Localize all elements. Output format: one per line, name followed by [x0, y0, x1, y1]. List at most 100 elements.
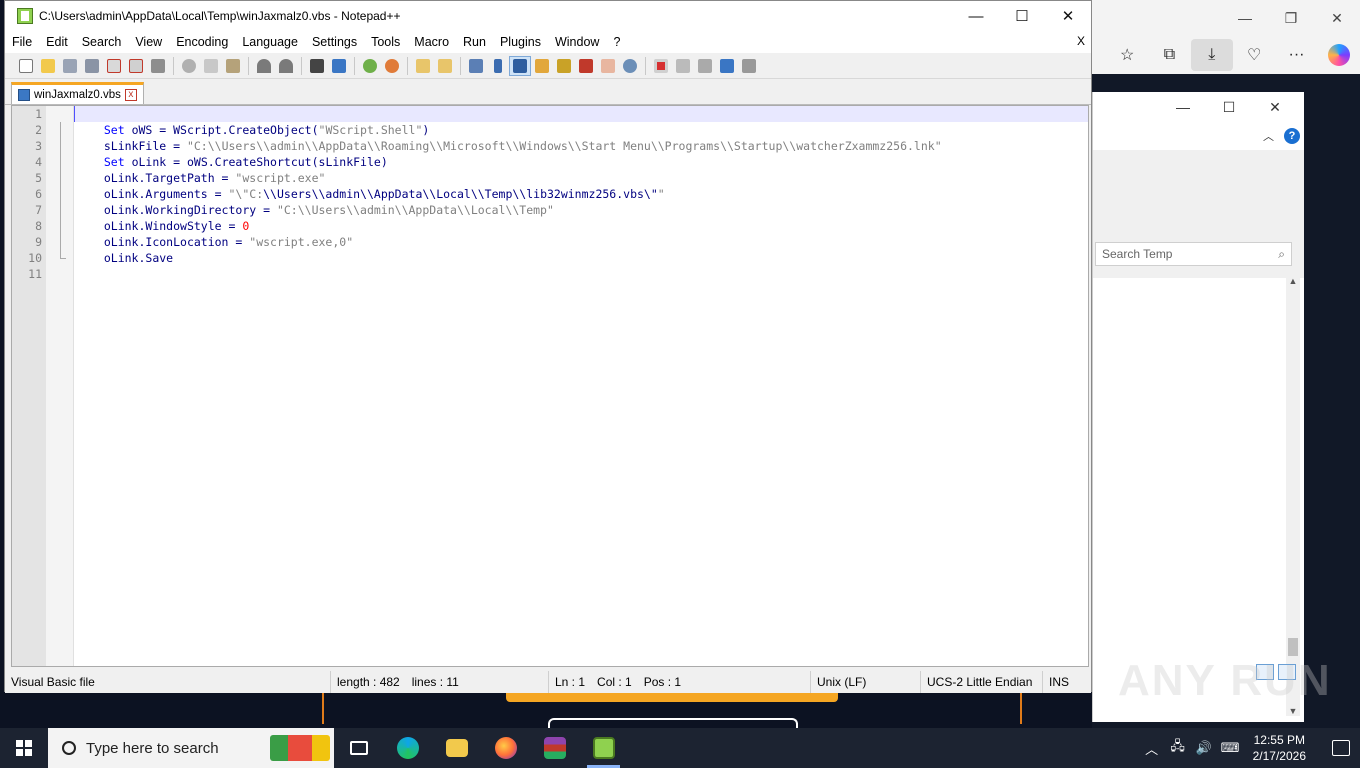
line-number: 9 [35, 235, 42, 249]
scroll-up-icon[interactable]: ▲ [1286, 276, 1300, 286]
tab-winjaxmalz0[interactable]: winJaxmalz0.vbs x [11, 82, 144, 104]
favorites-icon[interactable]: ☆ [1106, 39, 1148, 71]
browser-close-button[interactable]: ✕ [1314, 10, 1360, 27]
close-button[interactable]: ✕ [1045, 7, 1091, 25]
background-banner [506, 692, 838, 702]
show-all-chars-icon[interactable] [487, 56, 509, 76]
explorer-search-row: Search Temp ⌕ [1093, 238, 1304, 278]
menu-plugins[interactable]: Plugins [493, 35, 548, 49]
clock[interactable]: 12:55 PM 2/17/2026 [1247, 732, 1312, 764]
scroll-down-icon[interactable]: ▼ [1286, 706, 1300, 716]
status-length-lines: length : 482 lines : 11 [331, 671, 549, 693]
sync-horizontal-icon[interactable] [434, 56, 456, 76]
minimize-button[interactable]: — [953, 8, 999, 25]
language-icon[interactable]: ⌨ [1221, 740, 1240, 756]
winrar-icon[interactable] [530, 728, 579, 768]
line-number: 8 [35, 219, 42, 233]
undo-icon[interactable] [253, 56, 275, 76]
close-icon[interactable] [103, 56, 125, 76]
cut-icon[interactable] [178, 56, 200, 76]
toolbar-separator [354, 56, 355, 75]
sync-vertical-icon[interactable] [412, 56, 434, 76]
udl-icon[interactable] [531, 56, 553, 76]
system-tray: ︿ 🖧 🔊 ⌨ 12:55 PM 2/17/2026 [1143, 732, 1360, 764]
volume-icon[interactable]: 🔊 [1195, 740, 1213, 756]
close-all-icon[interactable] [125, 56, 147, 76]
menu-encoding[interactable]: Encoding [169, 35, 235, 49]
code-line: sLinkFile = "C:\\Users\\admin\\AppData\\… [103, 139, 942, 153]
code-line: oLink.WorkingDirectory = "C:\\Users\\adm… [103, 203, 554, 217]
fold-margin[interactable] [46, 106, 74, 666]
menu-settings[interactable]: Settings [305, 35, 364, 49]
menu-view[interactable]: View [128, 35, 169, 49]
word-wrap-icon[interactable] [465, 56, 487, 76]
replace-icon[interactable] [328, 56, 350, 76]
menu-macro[interactable]: Macro [407, 35, 456, 49]
start-button[interactable] [0, 728, 48, 768]
explorer-maximize-button[interactable]: ☐ [1206, 99, 1252, 116]
network-icon[interactable]: 🖧 [1169, 737, 1187, 759]
editor-area[interactable]: 1 2 3 4 5 6 7 8 9 10 11 Set oWS = WScrip… [11, 105, 1089, 667]
browser-essentials-icon[interactable]: ♡ [1233, 39, 1275, 71]
tab-close-icon[interactable]: x [124, 88, 137, 101]
more-options-icon[interactable]: ··· [1275, 39, 1317, 71]
folder-workspace-icon[interactable] [597, 56, 619, 76]
menu-edit[interactable]: Edit [39, 35, 75, 49]
notification-icon[interactable] [1332, 740, 1350, 756]
zoom-in-icon[interactable] [359, 56, 381, 76]
collections-icon[interactable]: ⧉ [1148, 39, 1190, 71]
indent-guide-icon[interactable] [509, 55, 531, 76]
copy-icon[interactable] [200, 56, 222, 76]
explorer-minimize-button[interactable]: — [1160, 99, 1206, 115]
code-text[interactable]: Set oWS = WScript.CreateObject("WScript.… [74, 106, 1088, 666]
background-line-right [1020, 692, 1022, 724]
menu-search[interactable]: Search [75, 35, 129, 49]
stop-macro-icon[interactable] [672, 56, 694, 76]
menu-language[interactable]: Language [235, 35, 305, 49]
redo-icon[interactable] [275, 56, 297, 76]
print-icon[interactable] [147, 56, 169, 76]
file-explorer-icon[interactable] [432, 728, 481, 768]
save-macro-icon[interactable] [738, 56, 760, 76]
open-file-icon[interactable] [37, 56, 59, 76]
downloads-icon[interactable]: ⤓ [1190, 39, 1233, 71]
find-icon[interactable] [306, 56, 328, 76]
close-document-button[interactable]: X [1077, 34, 1085, 48]
ribbon-collapse-icon[interactable]: ︿ [1263, 128, 1274, 144]
search-icon [62, 741, 76, 755]
maximize-button[interactable]: ☐ [999, 7, 1045, 25]
paste-icon[interactable] [222, 56, 244, 76]
save-icon[interactable] [59, 56, 81, 76]
explorer-search-input[interactable]: Search Temp ⌕ [1095, 242, 1292, 266]
menu-tools[interactable]: Tools [364, 35, 407, 49]
edge-icon[interactable] [383, 728, 432, 768]
code-line: oLink.Arguments = "\"C:\\Users\\admin\\A… [103, 187, 665, 201]
doc-map-icon[interactable] [553, 56, 575, 76]
new-file-icon[interactable] [15, 56, 37, 76]
zoom-out-icon[interactable] [381, 56, 403, 76]
menu-help[interactable]: ? [606, 35, 627, 49]
help-icon[interactable]: ? [1284, 128, 1300, 144]
toolbar-separator [407, 56, 408, 75]
browser-maximize-button[interactable]: ❐ [1268, 10, 1314, 27]
explorer-close-button[interactable]: ✕ [1252, 99, 1298, 116]
browser-minimize-button[interactable]: — [1222, 10, 1268, 26]
menu-window[interactable]: Window [548, 35, 606, 49]
taskbar-search-input[interactable]: Type here to search [48, 728, 334, 768]
task-view-icon[interactable] [334, 728, 383, 768]
function-list-icon[interactable] [575, 56, 597, 76]
menu-run[interactable]: Run [456, 35, 493, 49]
monitoring-icon[interactable] [619, 56, 641, 76]
explorer-scrollbar[interactable]: ▲ ▼ [1286, 276, 1300, 716]
record-macro-icon[interactable] [650, 56, 672, 76]
menu-file[interactable]: File [5, 35, 39, 49]
play-macro-icon[interactable] [694, 56, 716, 76]
copilot-icon[interactable] [1318, 39, 1360, 71]
firefox-icon[interactable] [481, 728, 530, 768]
run-macro-multiple-icon[interactable] [716, 56, 738, 76]
save-all-icon[interactable] [81, 56, 103, 76]
scroll-thumb[interactable] [1288, 638, 1298, 656]
notepadpp-taskbar-icon[interactable] [579, 728, 628, 768]
tray-overflow-icon[interactable]: ︿ [1143, 739, 1161, 758]
